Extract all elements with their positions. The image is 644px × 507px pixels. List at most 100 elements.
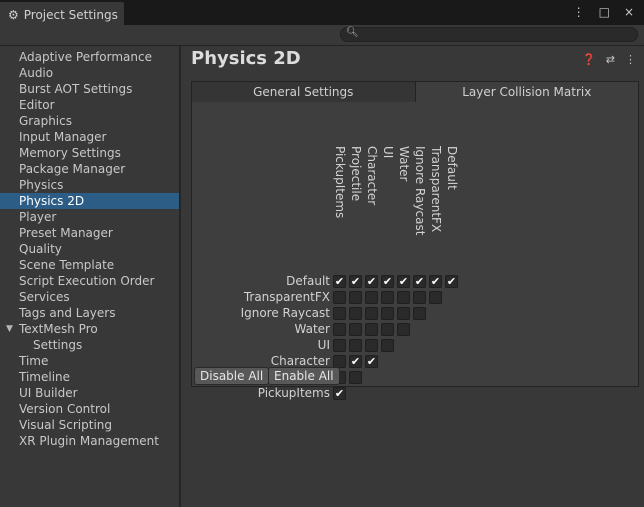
sidebar-item[interactable]: Services (0, 289, 179, 305)
sidebar-item[interactable]: Script Execution Order (0, 273, 179, 289)
matrix-row-label: UI (317, 338, 330, 352)
collision-checkbox[interactable] (333, 307, 346, 320)
sidebar-item-label: Version Control (19, 402, 111, 416)
collision-checkbox[interactable]: ✔ (333, 387, 346, 400)
collision-checkbox[interactable] (365, 291, 378, 304)
collision-checkbox[interactable] (333, 339, 346, 352)
collision-checkbox[interactable] (349, 339, 362, 352)
collision-checkbox[interactable]: ✔ (445, 275, 458, 288)
sidebar-item-label: Graphics (19, 114, 72, 128)
collision-checkbox[interactable] (333, 291, 346, 304)
sidebar-item[interactable]: Physics 2D (0, 193, 179, 209)
collision-checkbox[interactable] (381, 291, 394, 304)
tab-project-settings[interactable]: ⚙ Project Settings (0, 2, 124, 27)
sidebar-item-label: Player (19, 210, 57, 224)
matrix-row-label: PickupItems (257, 386, 330, 400)
matrix-column-label: Water (397, 146, 411, 182)
collision-checkbox[interactable] (413, 291, 426, 304)
matrix-column-label: Projectile (349, 146, 363, 202)
help-icon[interactable]: ❓ (582, 53, 596, 66)
collision-checkbox[interactable]: ✔ (429, 275, 442, 288)
tab-general-settings[interactable]: General Settings (192, 82, 416, 102)
collision-checkbox[interactable] (365, 339, 378, 352)
sidebar-item[interactable]: Player (0, 209, 179, 225)
more-vert-icon[interactable]: ⋮ (573, 5, 585, 19)
enable-all-button[interactable]: Enable All (268, 367, 340, 385)
collision-checkbox[interactable]: ✔ (397, 275, 410, 288)
matrix-row-label: Character (270, 354, 330, 368)
collision-checkbox[interactable]: ✔ (349, 355, 362, 368)
presets-icon[interactable]: ⇄ (606, 53, 615, 66)
collision-checkbox[interactable]: ✔ (349, 275, 362, 288)
foldout-arrow-icon[interactable]: ▼ (6, 321, 13, 337)
tab-layer-collision-matrix[interactable]: Layer Collision Matrix (415, 82, 638, 102)
sidebar-item[interactable]: Version Control (0, 401, 179, 417)
sidebar-item[interactable]: Settings (0, 337, 179, 353)
sidebar-item-label: Visual Scripting (19, 418, 112, 432)
sidebar-item-label: TextMesh Pro (19, 322, 98, 336)
sidebar-item[interactable]: Audio (0, 65, 179, 81)
sidebar-item-label: UI Builder (19, 386, 78, 400)
window-titlebar: ⚙ Project Settings ⋮ □ × (0, 0, 644, 27)
sidebar-item[interactable]: Visual Scripting (0, 417, 179, 433)
maximize-icon[interactable]: □ (599, 5, 610, 19)
page-title: Physics 2D (191, 48, 301, 69)
matrix-row-label: Ignore Raycast (240, 306, 330, 320)
sidebar-item[interactable]: Time (0, 353, 179, 369)
collision-checkbox[interactable] (365, 323, 378, 336)
sidebar-item[interactable]: ▼ TextMesh Pro (0, 321, 179, 337)
collision-checkbox[interactable] (381, 307, 394, 320)
collision-checkbox[interactable] (349, 307, 362, 320)
sidebar-item[interactable]: Adaptive Performance (0, 49, 179, 65)
collision-checkbox[interactable] (349, 323, 362, 336)
toolbar: 🔍︎ (0, 25, 644, 46)
sidebar-item[interactable]: Physics (0, 177, 179, 193)
collision-checkbox[interactable] (397, 307, 410, 320)
sidebar-item-label: Package Manager (19, 162, 126, 176)
close-icon[interactable]: × (624, 5, 634, 19)
sidebar-item[interactable]: Tags and Layers (0, 305, 179, 321)
window-controls: ⋮ □ × (573, 5, 634, 19)
sidebar-item[interactable]: Input Manager (0, 129, 179, 145)
collision-checkbox[interactable]: ✔ (413, 275, 426, 288)
disable-all-button[interactable]: Disable All (194, 367, 270, 385)
matrix-column-label: UI (381, 146, 395, 159)
collision-checkbox[interactable]: ✔ (365, 355, 378, 368)
sidebar-item[interactable]: Package Manager (0, 161, 179, 177)
collision-checkbox[interactable] (429, 291, 442, 304)
matrix-row-label: TransparentFX (243, 290, 330, 304)
sidebar-item[interactable]: Preset Manager (0, 225, 179, 241)
matrix-row-label: Water (294, 322, 330, 336)
sidebar-item[interactable]: Scene Template (0, 257, 179, 273)
collision-checkbox[interactable] (349, 371, 362, 384)
sidebar-item[interactable]: UI Builder (0, 385, 179, 401)
collision-checkbox[interactable] (349, 291, 362, 304)
collision-checkbox[interactable] (413, 307, 426, 320)
collision-checkbox[interactable] (397, 323, 410, 336)
sidebar-item-label: Audio (19, 66, 54, 80)
sidebar-item[interactable]: Burst AOT Settings (0, 81, 179, 97)
sidebar-item[interactable]: Timeline (0, 369, 179, 385)
collision-checkbox[interactable] (365, 307, 378, 320)
collision-checkbox[interactable]: ✔ (333, 275, 346, 288)
collision-checkbox[interactable] (381, 339, 394, 352)
sidebar-item-label: Tags and Layers (19, 306, 116, 320)
sidebar-item[interactable]: Quality (0, 241, 179, 257)
collision-checkbox[interactable] (333, 323, 346, 336)
sidebar-item[interactable]: Editor (0, 97, 179, 113)
collision-checkbox[interactable]: ✔ (381, 275, 394, 288)
sidebar-item-label: Timeline (19, 370, 71, 384)
sidebar-item[interactable]: XR Plugin Management (0, 433, 179, 449)
collision-checkbox[interactable]: ✔ (365, 275, 378, 288)
search-input[interactable]: 🔍︎ (340, 27, 638, 42)
collision-checkbox[interactable] (397, 291, 410, 304)
sidebar-item-label: Physics (19, 178, 64, 192)
sidebar-item[interactable]: Graphics (0, 113, 179, 129)
settings-tabs: General Settings Layer Collision Matrix (191, 81, 639, 103)
sidebar-item[interactable]: Memory Settings (0, 145, 179, 161)
search-icon: 🔍︎ (346, 27, 359, 38)
collision-checkbox[interactable] (381, 323, 394, 336)
sidebar-item-label: Editor (19, 98, 55, 112)
sidebar-item-label: Input Manager (19, 130, 107, 144)
more-vert-icon[interactable]: ⋮ (625, 53, 636, 66)
